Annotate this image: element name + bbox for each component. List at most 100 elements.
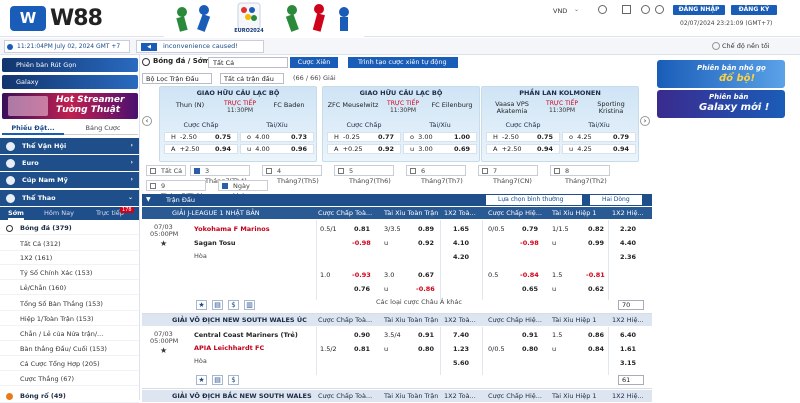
odds-value[interactable]: 1.23	[453, 345, 469, 354]
date-filter[interactable]: 8 Tháng7(Th2)	[550, 165, 610, 185]
odds-value[interactable]: -0.86	[416, 285, 435, 294]
odds-value[interactable]: -0.98	[352, 239, 371, 248]
checkbox-icon[interactable]	[482, 168, 488, 174]
star-icon[interactable]: ★	[196, 375, 207, 385]
sidebar-item[interactable]: Cược Thắng (67)	[0, 373, 139, 386]
dollar-icon[interactable]: $	[228, 300, 239, 310]
odds-button[interactable]: A +2.50 0.94	[486, 144, 560, 154]
odds-value[interactable]: 0.90	[354, 331, 370, 340]
checkbox-icon[interactable]	[150, 168, 156, 174]
promo-banner-galaxy[interactable]: Phiên bản Galaxy mới !	[657, 90, 785, 118]
checkbox-icon[interactable]	[150, 183, 156, 189]
league-header[interactable]: GIẢI VÔ ĐỊCH NEW SOUTH WALES ÚC Cược Chấ…	[142, 314, 652, 326]
sidebar-item[interactable]: Chẵn / Lẻ của Nửa trận/...	[0, 328, 139, 341]
odds-value[interactable]: 1.65	[453, 225, 469, 234]
odds-value[interactable]: 0.65	[522, 285, 538, 294]
checkbox-icon[interactable]	[554, 168, 560, 174]
more-markets-select[interactable]: 61	[618, 375, 644, 385]
currency-select[interactable]: VND	[553, 7, 567, 15]
odds-value[interactable]: 0.91	[418, 331, 434, 340]
date-filter[interactable]: 6 Tháng7(Th7)	[406, 165, 466, 185]
globe-icon[interactable]	[598, 5, 607, 14]
sidebar-cat-sports[interactable]: Thể Thao ⌄	[0, 190, 139, 206]
hot-streamer-banner[interactable]: Hot Streamer Tường Thuật	[2, 93, 138, 119]
odds-value[interactable]: -0.98	[520, 239, 539, 248]
date-filter[interactable]: 5 Tháng7(Th6)	[334, 165, 394, 185]
more-markets-select[interactable]: 70	[618, 300, 644, 310]
league-header[interactable]: GIẢI VÔ ĐỊCH BẮC NEW SOUTH WALES Cược Ch…	[142, 390, 652, 402]
odds-value[interactable]: 0.92	[418, 239, 434, 248]
odds-value[interactable]: 4.20	[453, 253, 469, 262]
sidebar-item[interactable]: Cá Cược Tổng Hợp (205)	[0, 358, 139, 371]
odds-value[interactable]: 4.40	[620, 239, 636, 248]
market-select[interactable]: Tất Cả	[208, 57, 288, 68]
sidebar-item[interactable]: Hiệp 1/Toàn Trận (153)	[0, 313, 139, 326]
next-arrow-icon[interactable]: ›	[640, 116, 650, 126]
compact-version-banner[interactable]: Phiên bản Rút Gọn	[2, 58, 138, 72]
odds-value[interactable]: 0.80	[522, 345, 538, 354]
odds-value[interactable]: 0.84	[588, 345, 604, 354]
date-filter[interactable]: 9 Tháng7(Th3)	[146, 180, 206, 200]
featured-card[interactable]: PHẦN LAN KOLMONEN Vaasa VPS Akatemia TRỰ…	[481, 86, 639, 162]
tab-today[interactable]: Hôm Nay	[44, 207, 74, 220]
sidebar-sport-football[interactable]: Bóng đá (379)	[0, 222, 139, 235]
sidebar-sport-basketball[interactable]: Bóng rổ (49)	[0, 390, 139, 403]
featured-card[interactable]: GIAO HỮU CÂU LẠC BỘ ZFC Meuselwitz TRỰC …	[322, 86, 480, 162]
match-filter-select[interactable]: Bộ Lọc Trận Đấu	[142, 73, 212, 84]
sidebar-item[interactable]: Tất Cả (312)	[0, 238, 139, 251]
sidebar-item[interactable]: Lẻ/Chẵn (160)	[0, 282, 139, 295]
odds-value[interactable]: 0.81	[354, 345, 370, 354]
promo-banner-compact[interactable]: Phiên bản nhỏ gọ đổ bộ!	[657, 60, 785, 88]
sidebar-cat-copa[interactable]: Cúp Nam Mỹ ›	[0, 172, 139, 188]
odds-button[interactable]: A +2.50 0.94	[164, 144, 238, 154]
brand-logo[interactable]: W W88	[6, 6, 156, 31]
odds-value[interactable]: 0.81	[354, 225, 370, 234]
info-icon[interactable]	[641, 5, 650, 14]
dollar-icon[interactable]: $	[228, 375, 239, 385]
odds-value[interactable]: 0.76	[354, 285, 370, 294]
odds-button[interactable]: u 4.25 0.94	[562, 144, 636, 154]
odds-value[interactable]: 0.82	[588, 225, 604, 234]
more-asian-odds-link[interactable]: Các loại cược Châu Á khác	[376, 298, 462, 307]
date-filter[interactable]: 7 Tháng7(CN)	[478, 165, 538, 185]
odds-button[interactable]: H -2.50 0.75	[486, 132, 560, 142]
odds-value[interactable]: 2.20	[620, 225, 636, 234]
tab-early[interactable]: Sớm	[8, 207, 24, 220]
favorite-star-icon[interactable]: ★	[160, 239, 167, 248]
tab-bet-slip[interactable]: Phiếu Đặt...	[2, 121, 64, 135]
stats-icon[interactable]: ▤	[212, 300, 223, 310]
galaxy-banner[interactable]: Galaxy	[2, 75, 138, 89]
auto-parlay-button[interactable]: Trình tạo cược xiên tự động	[348, 57, 458, 68]
date-filter[interactable]: Tất Cả	[146, 165, 186, 176]
odds-button[interactable]: o 4.00 0.73	[240, 132, 314, 142]
sidebar-item[interactable]: Tổng Số Bàn Thắng (153)	[0, 298, 139, 311]
star-icon[interactable]: ★	[196, 300, 207, 310]
checkbox-icon[interactable]	[410, 168, 416, 174]
odds-value[interactable]: 4.10	[453, 239, 469, 248]
odds-button[interactable]: o 3.00 1.00	[403, 132, 477, 142]
sort-select[interactable]: Lựa chọn bình thường	[486, 195, 582, 205]
login-button[interactable]: ĐĂNG NHẬP	[673, 5, 725, 15]
odds-value[interactable]: 0.99	[588, 239, 604, 248]
odds-value[interactable]: -0.93	[352, 271, 371, 280]
odds-value[interactable]: 3.15	[620, 359, 636, 368]
odds-value[interactable]: 0.62	[588, 285, 604, 294]
odds-button[interactable]: H -2.50 0.75	[164, 132, 238, 142]
settings-icon[interactable]	[655, 5, 664, 14]
tab-bet-list[interactable]: Bảng Cược	[70, 121, 136, 135]
odds-value[interactable]: 0.91	[522, 331, 538, 340]
odds-value[interactable]: 0.79	[522, 225, 538, 234]
odds-value[interactable]: 7.40	[453, 331, 469, 340]
chart-icon[interactable]: ▥	[244, 300, 255, 310]
checkbox-icon[interactable]	[266, 168, 272, 174]
odds-value[interactable]: 0.67	[418, 271, 434, 280]
odds-value[interactable]: -0.84	[520, 271, 539, 280]
sidebar-item[interactable]: Bàn thắng Đầu/ Cuối (153)	[0, 343, 139, 356]
date-filter[interactable]: 4 Tháng7(Th5)	[262, 165, 322, 185]
euro-banner[interactable]: EURO2024	[164, 0, 364, 37]
collapse-icon[interactable]: ▼	[146, 194, 151, 206]
all-matches-select[interactable]: Tất cả trận đấu	[220, 73, 284, 84]
sidebar-cat-olympics[interactable]: Thể Vận Hội ›	[0, 138, 139, 154]
checkbox-icon[interactable]	[338, 168, 344, 174]
odds-value[interactable]: 6.40	[620, 331, 636, 340]
